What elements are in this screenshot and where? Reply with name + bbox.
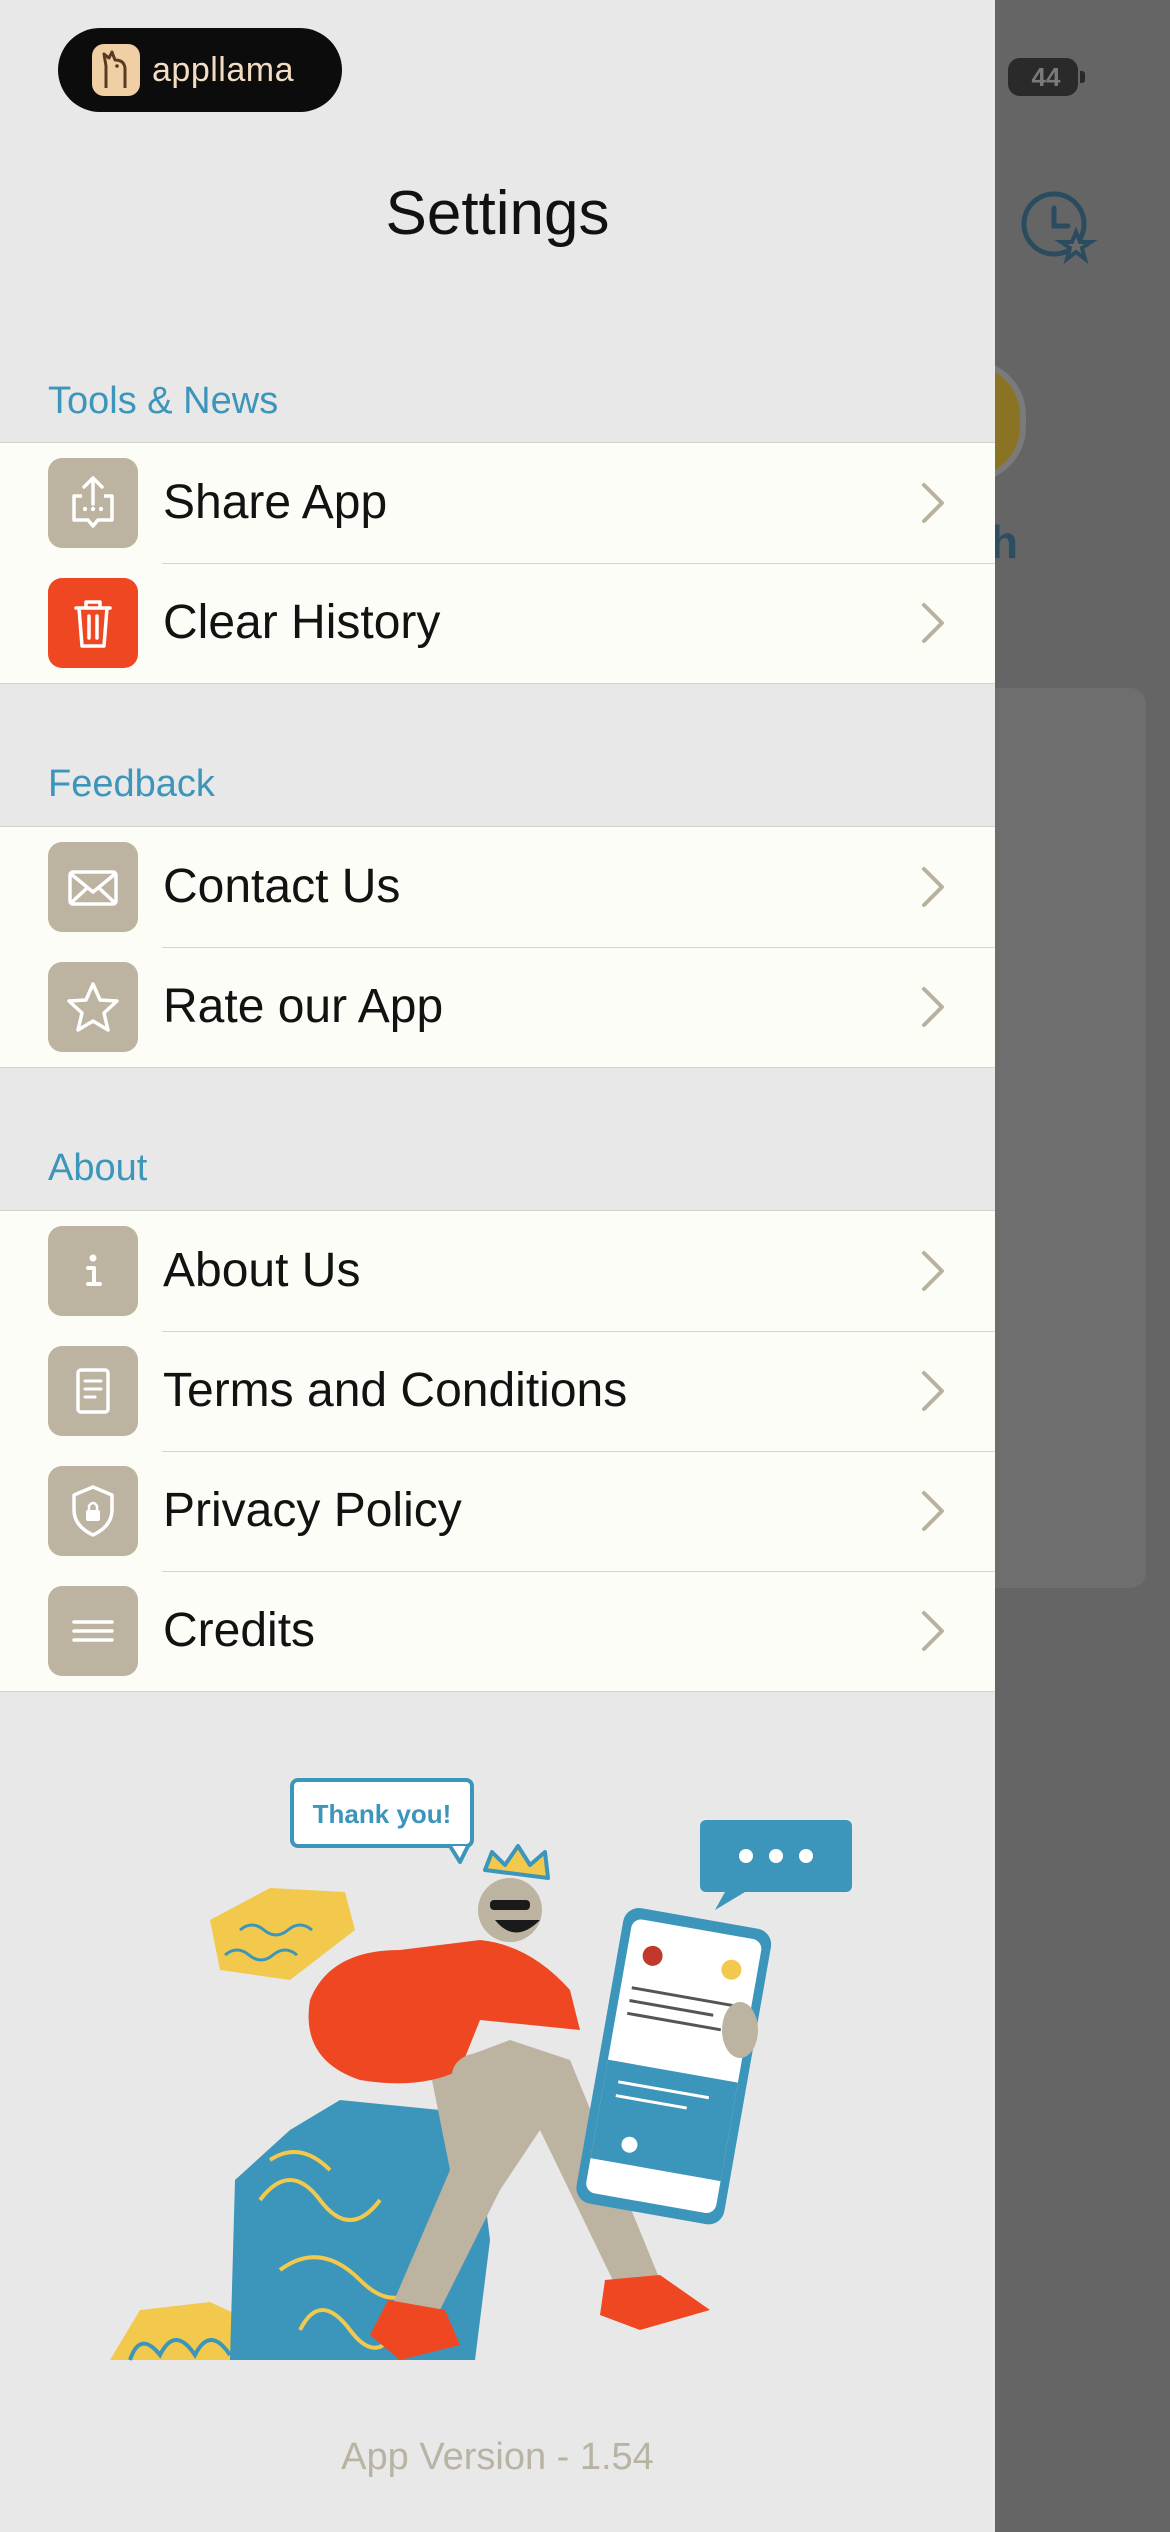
chevron-right-icon (922, 603, 944, 643)
star-icon (48, 962, 138, 1052)
menu-item-rate-app[interactable]: Rate our App (0, 947, 995, 1067)
menu-item-about-us[interactable]: About Us (0, 1211, 995, 1331)
chevron-right-icon (922, 1371, 944, 1411)
document-icon (48, 1346, 138, 1436)
battery-level: 44 (1031, 62, 1061, 92)
menu-item-label: Credits (163, 1604, 316, 1657)
section-label-feedback: Feedback (48, 763, 215, 805)
group-tools-news: Share App Clear History (0, 442, 995, 684)
menu-item-share-app[interactable]: Share App (0, 443, 995, 563)
trash-icon (48, 578, 138, 668)
menu-item-contact-us[interactable]: Contact Us (0, 827, 995, 947)
settings-drawer: appllama Settings Tools & News Share App… (0, 0, 995, 2532)
chevron-right-icon (922, 1491, 944, 1531)
group-feedback: Contact Us Rate our App (0, 826, 995, 1068)
lock-shield-icon (48, 1466, 138, 1556)
brand-name: appllama (152, 51, 294, 89)
thank-you-text: Thank you! (313, 1799, 452, 1829)
menu-item-clear-history[interactable]: Clear History (0, 563, 995, 683)
chevron-right-icon (922, 1251, 944, 1291)
section-label-about: About (48, 1147, 148, 1189)
app-version: App Version - 1.54 (341, 2436, 654, 2478)
chevron-right-icon (922, 987, 944, 1027)
share-icon (48, 458, 138, 548)
chevron-right-icon (922, 1611, 944, 1651)
group-about: About Us Terms and Conditions Privacy Po… (0, 1210, 995, 1692)
menu-item-privacy-policy[interactable]: Privacy Policy (0, 1451, 995, 1571)
menu-item-label: Rate our App (163, 980, 444, 1033)
menu-item-label: Contact Us (163, 860, 401, 913)
menu-item-label: Terms and Conditions (163, 1364, 628, 1417)
page-title: Settings (385, 179, 610, 248)
llama-logo-icon (92, 44, 140, 96)
menu-item-label: Privacy Policy (163, 1484, 462, 1537)
menu-item-label: Share App (163, 476, 388, 529)
thank-you-illustration: Thank you! (110, 1778, 852, 2361)
brand-pill: appllama (58, 28, 342, 112)
battery-icon: 44 (1008, 58, 1085, 96)
menu-item-credits[interactable]: Credits (0, 1571, 995, 1691)
menu-item-label: About Us (163, 1244, 361, 1297)
info-icon (48, 1226, 138, 1316)
chevron-right-icon (922, 483, 944, 523)
list-icon (48, 1586, 138, 1676)
mail-icon (48, 842, 138, 932)
background-card (990, 688, 1146, 1588)
section-label-tools-news: Tools & News (48, 380, 279, 422)
history-favorites-icon (1021, 191, 1098, 265)
chevron-right-icon (922, 867, 944, 907)
menu-item-label: Clear History (163, 596, 441, 649)
menu-item-terms[interactable]: Terms and Conditions (0, 1331, 995, 1451)
